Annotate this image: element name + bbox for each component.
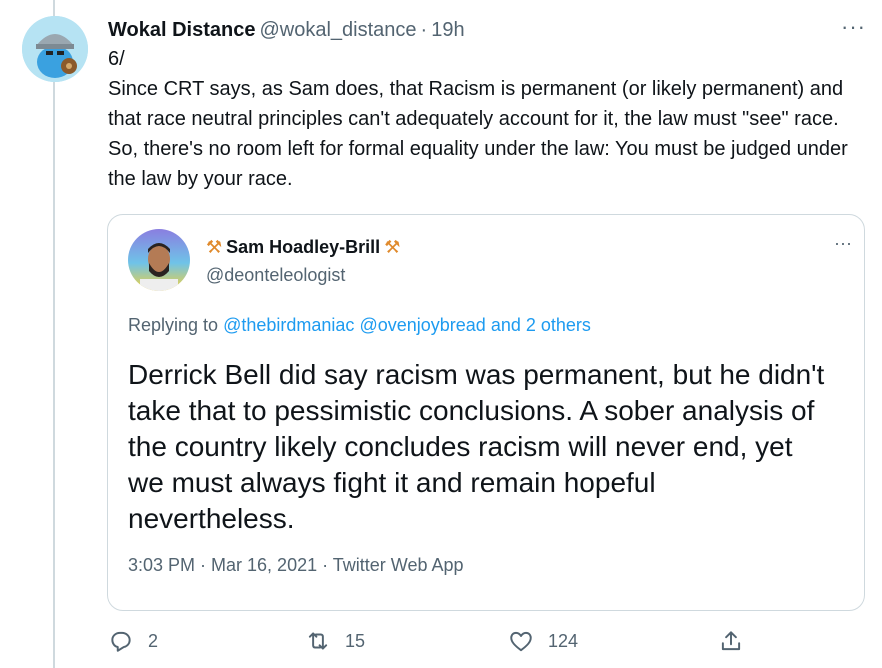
author-name[interactable]: Wokal Distance [108,19,255,42]
share-icon [721,631,741,651]
tweet-actions: 2 15 124 [108,628,748,664]
reply-target-others-link[interactable]: and 2 others [491,315,591,335]
tweet-text: 6/ Since CRT says, as Sam does, that Rac… [108,48,848,190]
quoted-tweet-text: Derrick Bell did say racism was permanen… [128,359,825,534]
quoted-avatar-image [128,229,190,291]
share-button[interactable] [718,628,744,654]
thread-line [53,0,55,668]
like-button[interactable]: 124 [508,628,578,654]
reply-target-link[interactable]: @ovenjoybread [359,315,485,335]
tweet-header: Wokal Distance @wokal_distance · 19h [108,16,465,44]
hammer-pick-icon: ⚒ [206,237,223,257]
like-icon [510,631,532,652]
reply-icon [111,631,131,652]
replying-to: Replying to @thebirdmaniac @ovenjoybread… [128,315,591,336]
reply-target-link[interactable]: @thebirdmaniac [223,315,354,335]
quoted-tweet[interactable]: ⚒ Sam Hoadley-Brill ⚒ @deonteleologist ·… [107,214,865,611]
author-handle[interactable]: @wokal_distance [259,19,416,42]
header-separator: · [420,18,428,41]
reply-count: 2 [148,630,159,651]
quoted-author-name[interactable]: Sam Hoadley-Brill [226,237,380,258]
more-options-button[interactable]: ··· [841,14,866,40]
quoted-tweet-meta[interactable]: 3:03 PM · Mar 16, 2021 · Twitter Web App [128,555,464,576]
quoted-name-row: ⚒ Sam Hoadley-Brill ⚒ [206,237,400,258]
reply-button[interactable]: 2 [108,628,158,654]
avatar[interactable] [22,16,88,82]
quoted-more-options-button[interactable]: ··· [834,233,852,254]
retweet-icon [308,632,328,650]
replying-label: Replying to [128,315,219,335]
tweet-time[interactable]: 19h [431,19,464,42]
quoted-author-handle[interactable]: @deonteleologist [206,265,345,286]
retweet-button[interactable]: 15 [305,628,365,654]
like-count: 124 [548,630,579,651]
avatar-image [22,16,88,82]
hammer-pick-icon: ⚒ [384,237,401,257]
retweet-count: 15 [345,630,366,651]
quoted-avatar[interactable] [128,229,190,291]
